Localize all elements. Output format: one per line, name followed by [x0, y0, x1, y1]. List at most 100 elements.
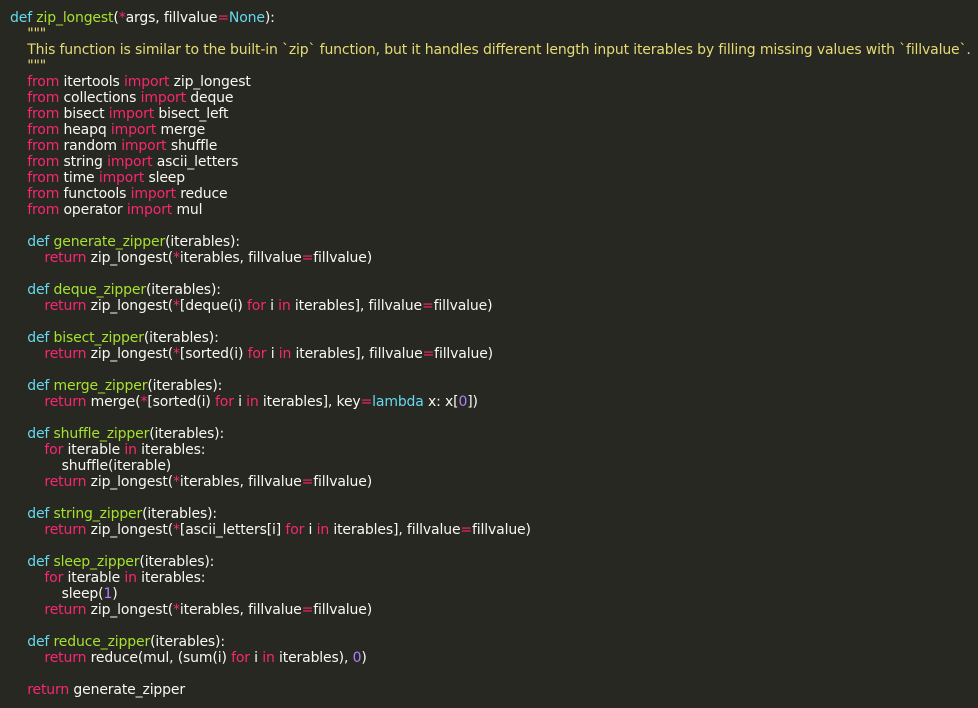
code-token: * [173, 602, 180, 618]
code-token: = [460, 522, 473, 538]
code-line: from collections import deque [10, 90, 978, 106]
code-token: time [59, 170, 99, 186]
code-token: zip_longest( [86, 602, 174, 618]
code-token: from [27, 170, 60, 186]
code-token: def [27, 330, 50, 346]
code-line: shuffle(iterable) [10, 458, 978, 474]
code-token: * [173, 522, 180, 538]
code-line: from random import shuffle [10, 138, 978, 154]
code-token: for [215, 394, 234, 410]
code-token: bisect_left [154, 106, 229, 122]
code-line: def deque_zipper(iterables): [10, 282, 978, 298]
code-token: merge( [86, 394, 141, 410]
code-line: """ [10, 26, 978, 42]
code-token: import [124, 74, 170, 90]
code-token: * [173, 298, 180, 314]
code-token: iterables: [136, 570, 206, 586]
code-token: in [124, 442, 137, 458]
code-token: import [108, 106, 155, 122]
code-token: collections [59, 90, 141, 106]
code-token: (iterables): [165, 234, 240, 250]
code-token: return [44, 346, 87, 362]
code-token: [ascii_letters[i] [179, 522, 286, 538]
code-token: shuffle [166, 138, 218, 154]
code-token: * [173, 474, 180, 490]
code-token: deque [185, 90, 234, 106]
code-line: from bisect import bisect_left [10, 106, 978, 122]
code-token: i [266, 346, 279, 362]
code-token: import [110, 122, 157, 138]
code-token: = [301, 602, 314, 618]
code-token: operator [59, 202, 127, 218]
code-token: ) [361, 650, 367, 666]
code-line: sleep(1) [10, 586, 978, 602]
code-token: return [44, 394, 87, 410]
code-line: def string_zipper(iterables): [10, 506, 978, 522]
code-token: iterable [63, 442, 125, 458]
code-token: return [44, 474, 87, 490]
code-line: return zip_longest(*[sorted(i) for i in … [10, 346, 978, 362]
code-token: def [27, 282, 50, 298]
code-token: = [301, 250, 314, 266]
code-token: import [98, 170, 145, 186]
code-token: = [217, 10, 229, 26]
code-token: bisect [59, 106, 109, 122]
code-token: import [126, 202, 173, 218]
code-lines: def zip_longest(*args, fillvalue=None): … [10, 10, 978, 698]
code-token: shuffle(iterable) [10, 458, 172, 474]
code-token: ]) [467, 394, 478, 410]
code-token: functools [59, 186, 131, 202]
code-token: reduce [175, 186, 228, 202]
code-token: iterables), [274, 650, 353, 666]
code-token: (iterables): [143, 330, 219, 346]
code-token: def [27, 234, 50, 250]
code-token: [sorted(i) [179, 346, 248, 362]
code-token: i [304, 522, 317, 538]
code-token: """ [10, 26, 47, 42]
code-token: generate_zipper [53, 234, 166, 250]
code-token: ): [264, 10, 275, 26]
code-token: i [249, 650, 263, 666]
code-token: = [360, 394, 373, 410]
code-line: def zip_longest(*args, fillvalue=None): [10, 10, 978, 26]
code-token: zip_longest( [86, 522, 174, 538]
code-token: from [27, 122, 60, 138]
code-line: def merge_zipper(iterables): [10, 378, 978, 394]
code-token: from [27, 74, 60, 90]
code-line: return zip_longest(*[deque(i) for i in i… [10, 298, 978, 314]
code-token: for [247, 298, 266, 314]
code-token: in [316, 522, 330, 538]
code-token: """ [10, 58, 47, 74]
code-token: return [44, 650, 87, 666]
code-token: iterables: [136, 442, 206, 458]
code-token: ascii_letters [152, 154, 239, 170]
code-token: import [121, 138, 167, 154]
code-token: return [44, 250, 87, 266]
code-token: 0 [352, 650, 362, 666]
code-line: from operator import mul [10, 202, 978, 218]
code-token: in [278, 298, 291, 314]
code-token: [deque(i) [179, 298, 247, 314]
code-editor[interactable]: def zip_longest(*args, fillvalue=None): … [0, 0, 978, 708]
code-token: in [124, 570, 137, 586]
code-token: (iterables): [145, 282, 221, 298]
